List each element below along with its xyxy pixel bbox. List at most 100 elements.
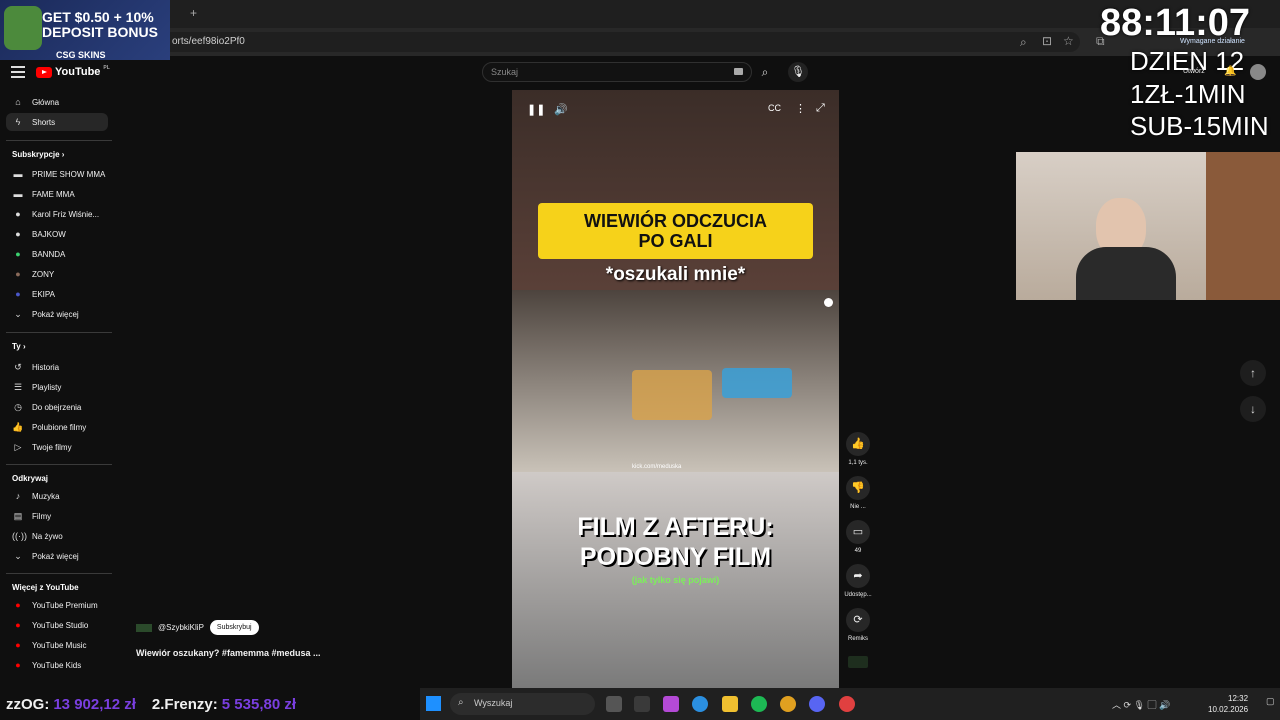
stream-stats: zzOG: 13 902,12 zł 2.Frenzy: 5 535,80 zł [0,688,420,720]
zoom-icon[interactable]: ⌕ [1020,35,1027,50]
subscribe-button[interactable]: Subskrybuj [209,620,259,635]
music-icon: ♪ [15,491,21,501]
sidebar-sub-ekipa[interactable]: ● EKIPA [6,285,108,303]
search-button[interactable]: ⌕ [752,62,778,82]
spotify-icon[interactable] [751,696,767,712]
store-icon[interactable] [634,696,650,712]
sidebar-sub-karol[interactable]: ● Karol Friz Wiśnie... [6,205,108,223]
channel-avatar: ● [15,289,21,299]
sidebar-item-yt-kids[interactable]: ● YouTube Kids [6,656,108,674]
sidebar-sub-fame[interactable]: ▬ FAME MMA [6,185,108,203]
microphone-icon[interactable]: 🎙 [788,62,808,82]
edge-icon[interactable] [692,696,708,712]
sidebar-item-music[interactable]: ♪ Muzyka [6,487,108,505]
channel-thumbnail[interactable] [848,656,868,668]
sidebar-item-your-videos[interactable]: ▷ Twoje filmy [6,438,108,456]
channel-handle[interactable]: @SzybkiKliP [158,623,204,632]
dislike-button[interactable]: 👎 Nie ... [844,476,872,510]
shorts-icon: ϟ [15,117,21,127]
sidebar-item-playlists[interactable]: ☰ Playlisty [6,378,108,396]
film-icon: ▤ [13,510,23,521]
sidebar-sub-zony[interactable]: ● ZONY [6,265,108,283]
next-short-button[interactable]: ↓ [1240,396,1266,422]
channel-avatar[interactable] [136,623,152,632]
you-heading[interactable]: Ty › [12,342,26,351]
remix-button[interactable]: ⟳ Remiks [844,608,872,642]
notification-center-icon[interactable]: ▢ [1266,696,1275,707]
sidebar-sub-bajkow[interactable]: ● BAJKOW [6,225,108,243]
sidebar-item-yt-premium[interactable]: ● YouTube Premium [6,596,108,614]
copilot-icon[interactable] [663,696,679,712]
blue-shots [722,368,792,398]
start-icon[interactable] [426,696,441,711]
share-button[interactable]: ➦ Udostęp... [844,564,872,598]
headline-line1: WIEWIÓR ODCZUCIA [584,211,767,231]
video-caption-secondary: FILM Z AFTERU: PODOBNY FILM [512,512,839,572]
sidebar-explore-show-more[interactable]: ⌄ Pokaż więcej [6,547,108,565]
install-icon[interactable]: ⊡ [1042,34,1052,48]
comments-button[interactable]: ▭ 49 [844,520,872,554]
home-icon: ⌂ [15,97,21,107]
live-icon: ((·)) [12,531,27,541]
sidebar-item-yt-studio[interactable]: ● YouTube Studio [6,616,108,634]
fullscreen-icon[interactable]: ⤢ [816,102,825,115]
chevron-down-icon: ⌄ [14,550,22,561]
liked-icon: 👍 [12,421,24,432]
menu-icon[interactable] [11,66,25,78]
file-explorer-icon[interactable] [722,696,738,712]
sidebar-item-watch-later[interactable]: ◷ Do obejrzenia [6,398,108,416]
sidebar-item-home[interactable]: ⌂ Główna [6,93,108,111]
shorts-video-player[interactable]: WIEWIÓR ODCZUCIA PO GALI *oszukali mnie*… [512,90,839,688]
app-icon[interactable] [839,696,855,712]
promo-brand: CSG SKINS [56,50,106,60]
sidebar-item-live[interactable]: ((·)) Na żywo [6,527,108,545]
remix-icon: ⟳ [846,608,870,632]
channel-info: @SzybkiKliP Subskrybuj [136,620,259,635]
keyboard-icon[interactable] [734,68,743,75]
history-icon: ↺ [14,361,22,372]
sidebar-sub-prime[interactable]: ▬ PRIME SHOW MMA [6,165,108,183]
video-headline-box: WIEWIÓR ODCZUCIA PO GALI [538,203,813,259]
more-options-icon[interactable]: ⋮ [795,102,806,115]
chrome-icon[interactable] [780,696,796,712]
new-tab-button[interactable]: + [190,6,197,20]
sidebar-sub-bannda[interactable]: ● BANNDA [6,245,108,263]
youtube-logo[interactable]: YouTube PL [36,65,110,78]
sidebar-item-liked[interactable]: 👍 Polubione filmy [6,418,108,436]
address-bar[interactable]: orts/eef98io2Pf0 [160,32,1080,52]
create-button[interactable]: Utwórz [1183,68,1205,75]
promo-line2: DEPOSIT BONUS [42,24,158,40]
sidebar-item-history[interactable]: ↺ Historia [6,358,108,376]
promo-line1: GET $0.50 + 10% [42,9,154,25]
mascot-image [4,6,42,50]
task-view-icon[interactable] [606,696,622,712]
caption-line2: PODOBNY FILM [579,543,772,571]
youtube-music-icon: ● [15,640,21,650]
playlist-icon: ☰ [13,381,23,392]
kick-watermark: kick.com/meduska [632,464,682,470]
taskbar-search[interactable]: Wyszukaj [450,693,595,715]
discord-icon[interactable] [809,696,825,712]
avatar[interactable] [1250,64,1266,80]
youtube-kids-icon: ● [15,660,21,670]
webcam-feed [1016,152,1280,300]
search-input[interactable]: Szukaj [482,62,752,82]
sidebar-subs-show-more[interactable]: ⌄ Pokaż więcej [6,305,108,323]
notifications-icon[interactable]: 🔔 [1224,66,1236,77]
pause-icon[interactable]: ❚❚ [527,103,545,116]
subscriptions-heading[interactable]: Subskrypcje › [12,150,64,159]
watch-later-icon: ◷ [14,401,22,412]
tray-icons[interactable]: ︿ ⟳ 🎙 ▢ 🔊 [1112,698,1170,711]
sidebar-item-shorts[interactable]: ϟ Shorts [6,113,108,131]
volume-icon[interactable]: 🔊 [554,103,568,116]
star-icon[interactable]: ☆ [1063,34,1074,48]
channel-avatar: ▬ [13,189,23,199]
system-clock[interactable]: 12:32 10.02.2026 [1208,693,1248,715]
captions-icon[interactable]: CC [768,103,781,113]
youtube-play-icon [36,66,52,78]
like-button[interactable]: 👍 1,1 tys. [844,432,872,466]
previous-short-button[interactable]: ↑ [1240,360,1266,386]
sidebar-item-yt-music[interactable]: ● YouTube Music [6,636,108,654]
video-title[interactable]: Wiewiór oszukany? #famemma #medusa ... [136,648,320,658]
sidebar-item-films[interactable]: ▤ Filmy [6,507,108,525]
